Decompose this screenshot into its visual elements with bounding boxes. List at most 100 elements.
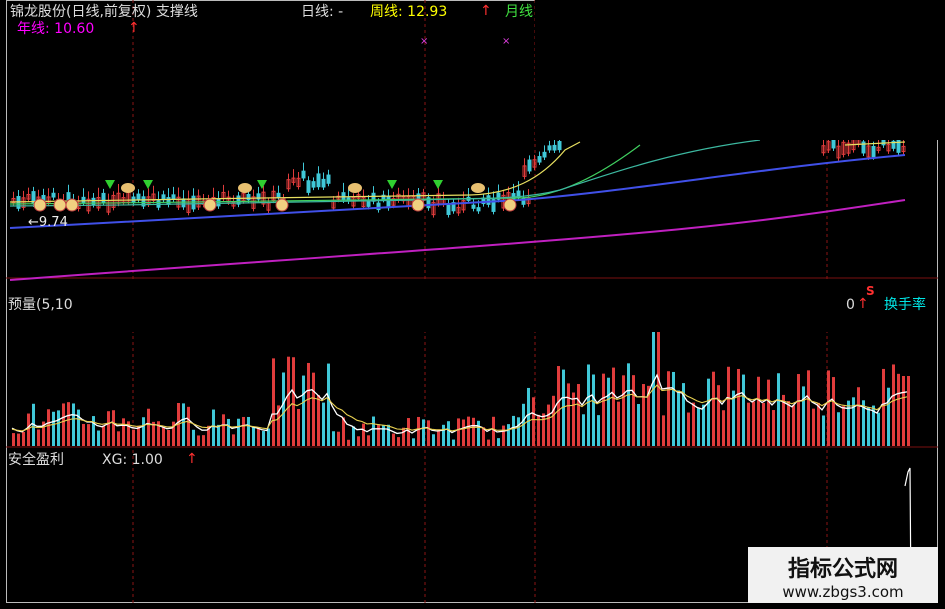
volume-bar xyxy=(627,363,630,446)
candle xyxy=(21,190,26,211)
volume-value-tail: 0 xyxy=(846,297,855,313)
volume-bar xyxy=(552,395,555,446)
volume-bar xyxy=(102,425,105,446)
candle xyxy=(191,188,196,212)
candle xyxy=(136,189,141,204)
sell-signal-icon xyxy=(121,183,135,193)
candle xyxy=(451,198,456,214)
volume-bar xyxy=(742,374,745,446)
candle xyxy=(371,186,376,205)
s-marker: S xyxy=(866,284,875,298)
volume-bar xyxy=(237,418,240,446)
volume-bar xyxy=(747,402,750,446)
candle xyxy=(496,184,501,203)
xg-value: XG: 1.00 xyxy=(102,452,163,468)
candle xyxy=(886,139,891,154)
volume-bar xyxy=(447,421,450,446)
volume-bar xyxy=(722,410,725,446)
sell-signal-icon xyxy=(238,183,252,193)
candle xyxy=(446,198,451,218)
xg-up-arrow-icon: ↑ xyxy=(186,451,198,467)
candle xyxy=(866,138,871,160)
mask-top-right xyxy=(535,0,938,140)
candle xyxy=(547,140,552,153)
volume-bar xyxy=(532,397,535,446)
volume-bar xyxy=(382,424,385,446)
volume-bar xyxy=(252,427,255,446)
daily-line-label: 日线: - xyxy=(301,4,344,20)
volume-bar xyxy=(737,368,740,446)
volume-bar xyxy=(257,427,260,446)
price-title: 锦龙股份(日线,前复权) 支撑线 xyxy=(10,4,198,20)
candle xyxy=(876,139,881,154)
volume-bar xyxy=(592,374,595,446)
candle xyxy=(196,189,201,210)
volume-bar xyxy=(777,373,780,446)
volume-bar xyxy=(687,412,690,446)
volume-bar xyxy=(662,415,665,446)
volume-bar xyxy=(882,368,885,446)
volume-bar xyxy=(167,429,170,446)
down-arrow-icon xyxy=(105,180,115,189)
volume-bar xyxy=(87,424,90,446)
buy-signal-icon xyxy=(33,198,47,212)
volume-bar xyxy=(727,366,730,446)
volume-bar xyxy=(82,423,85,446)
volume-bar xyxy=(897,373,900,446)
volume-bar xyxy=(607,377,610,446)
volume-bar xyxy=(192,429,195,446)
volume-bar xyxy=(52,411,55,446)
volume-bar xyxy=(707,378,710,446)
volume-bar xyxy=(67,402,70,446)
volume-bar xyxy=(602,373,605,446)
volume-bar xyxy=(517,417,520,446)
volume-bar xyxy=(227,418,230,446)
candle xyxy=(231,195,236,210)
candle xyxy=(311,177,316,191)
volume-bar xyxy=(772,410,775,446)
volume-bar xyxy=(427,420,430,446)
volume-bar xyxy=(412,438,415,446)
candle xyxy=(296,171,301,190)
volume-bar xyxy=(807,370,810,446)
candle xyxy=(96,187,101,211)
volume-bar xyxy=(422,419,425,446)
volume-bar xyxy=(107,411,110,446)
candle xyxy=(251,189,256,212)
volume-bar xyxy=(12,433,15,446)
volume-bar xyxy=(317,395,320,446)
watermark-title: 指标公式网 xyxy=(787,557,898,582)
volume-bar xyxy=(347,439,350,446)
volume-bar xyxy=(587,364,590,446)
cross-marker-icon: × xyxy=(420,36,428,47)
volume-bar xyxy=(842,406,845,446)
candle xyxy=(151,185,156,204)
mask-volume-header xyxy=(100,282,845,332)
volume-bar xyxy=(217,424,220,446)
volume-bar xyxy=(717,385,720,446)
volume-bar xyxy=(802,386,805,446)
volume-bar xyxy=(452,439,455,446)
down-arrow-icon xyxy=(143,180,153,189)
yearly-line-label: 年线: 10.60 xyxy=(17,21,95,37)
volume-bar xyxy=(762,402,765,446)
volume-bar xyxy=(122,418,125,446)
down-arrow-icon xyxy=(387,180,397,189)
volume-bar xyxy=(187,406,190,446)
buy-signal-icon xyxy=(503,198,517,212)
volume-bar xyxy=(292,357,295,446)
volume-bar xyxy=(212,409,215,446)
candle xyxy=(181,190,186,210)
volume-bar xyxy=(152,421,155,446)
volume-bar xyxy=(632,375,635,446)
candle xyxy=(321,172,326,191)
volume-bar xyxy=(287,356,290,446)
volume-bar xyxy=(477,420,480,446)
candle xyxy=(366,194,371,210)
volume-bar xyxy=(182,403,185,446)
volume-bar xyxy=(817,402,820,446)
volume-bar xyxy=(752,401,755,446)
weekly-up-arrow-icon: ↑ xyxy=(480,3,492,19)
candle xyxy=(186,190,191,216)
candle xyxy=(456,197,461,216)
